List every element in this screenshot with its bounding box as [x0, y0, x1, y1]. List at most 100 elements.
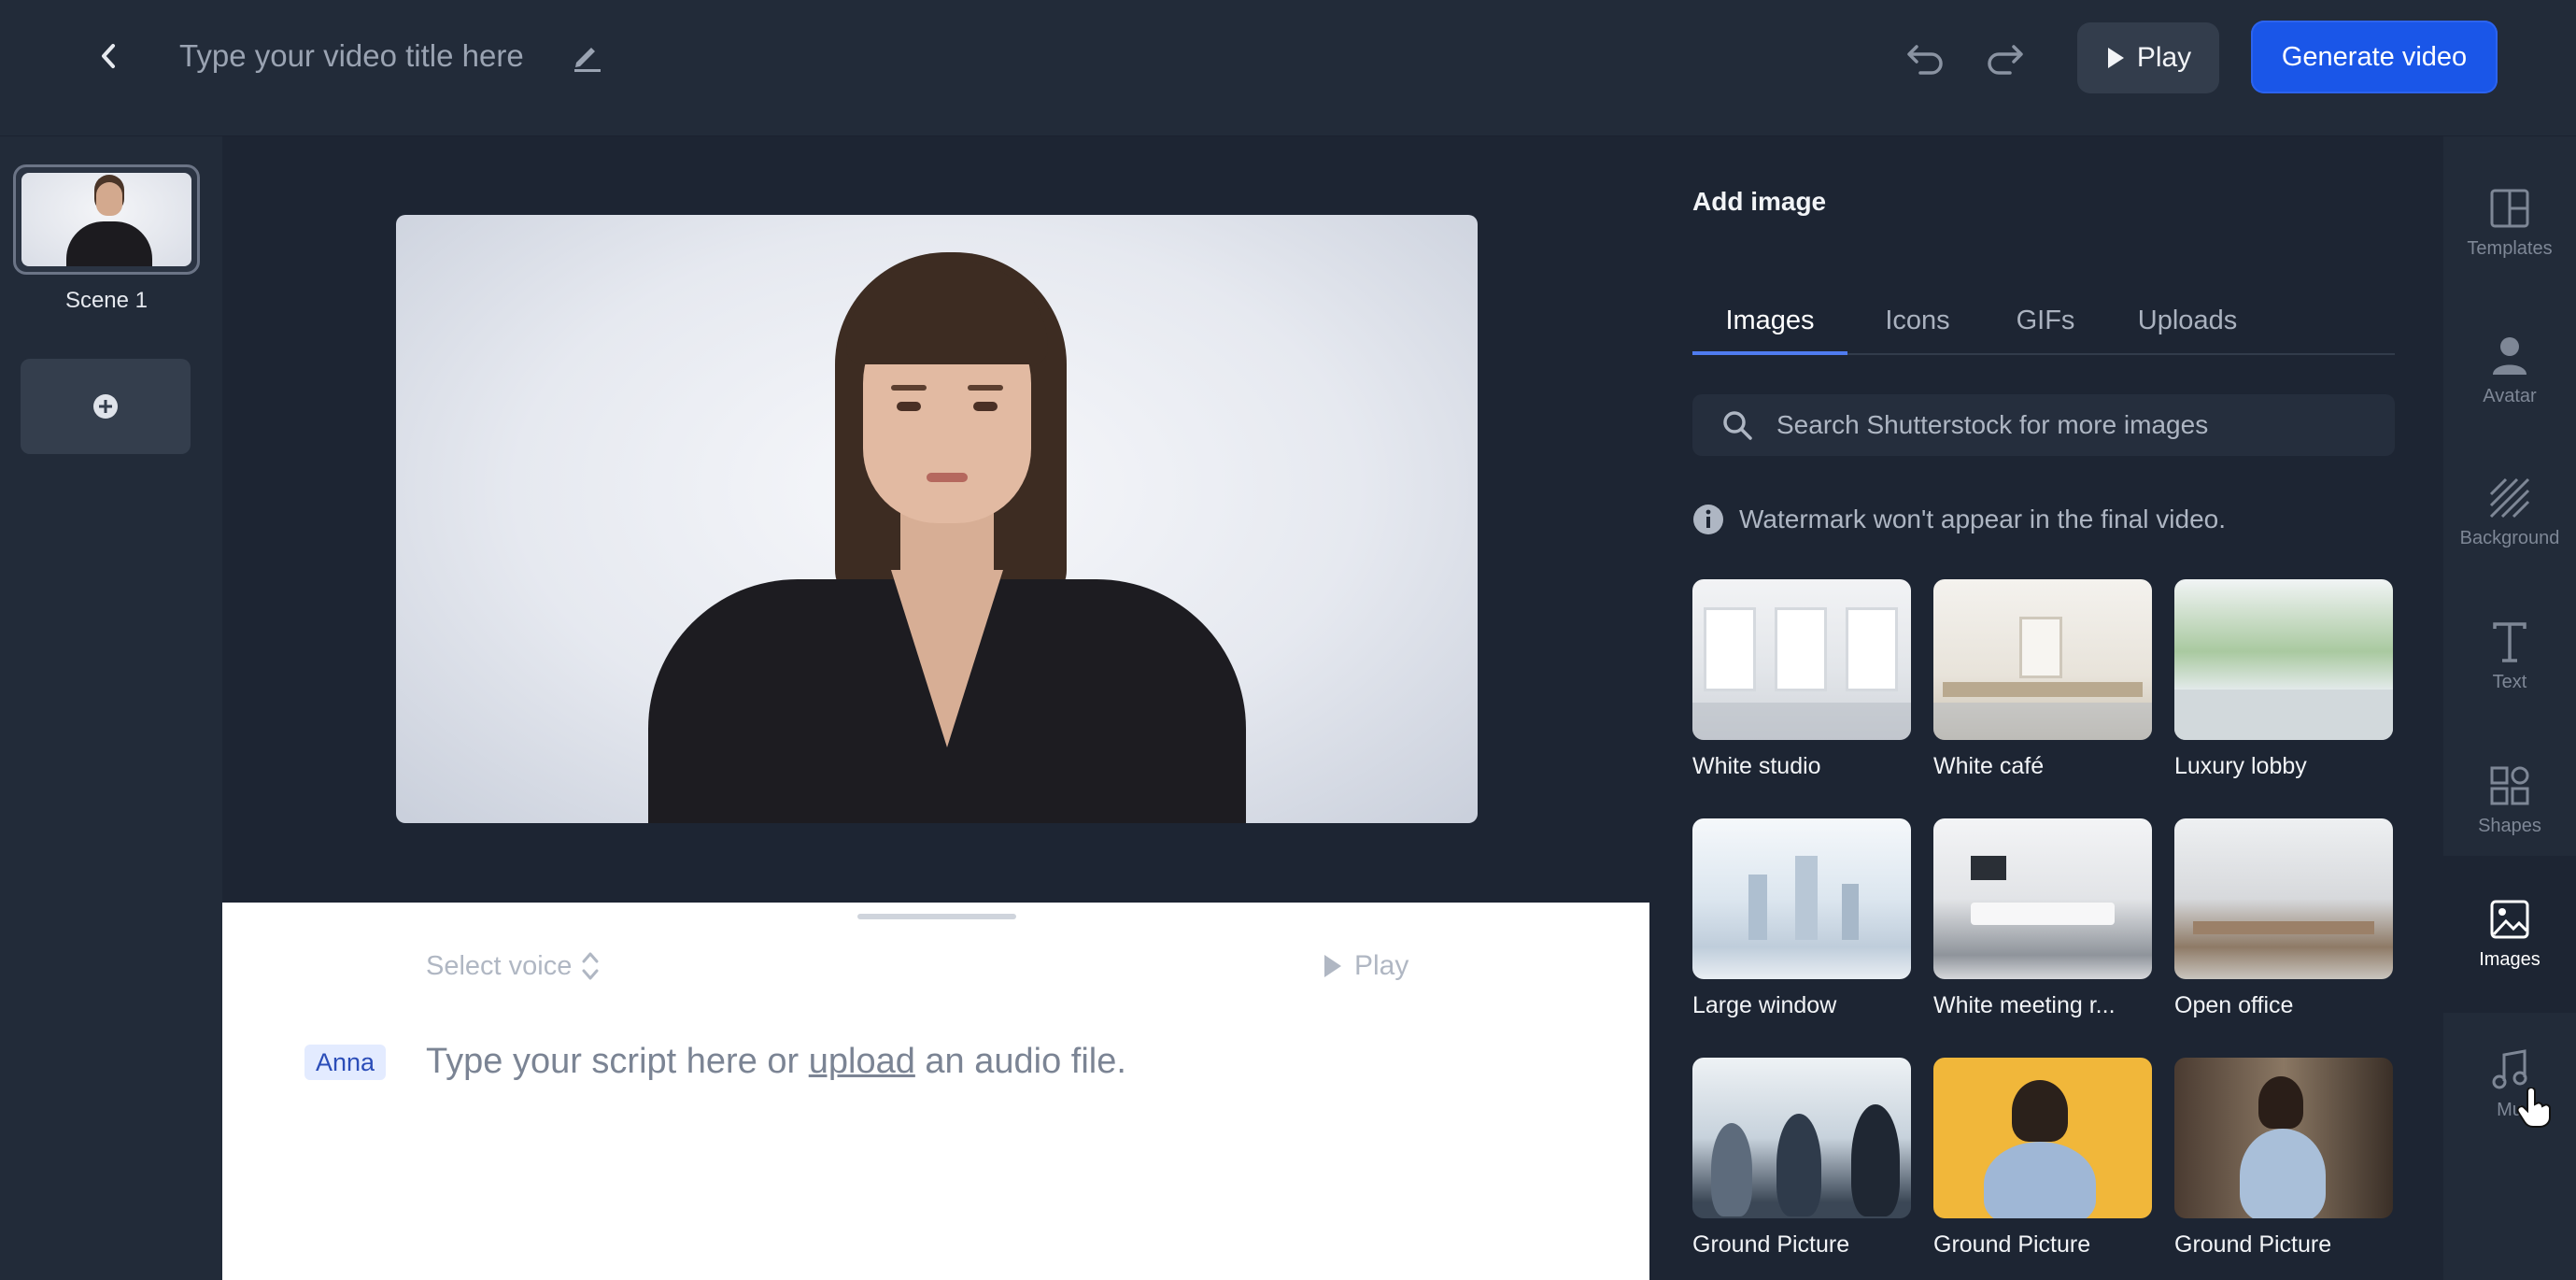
rail-label: Shapes — [2478, 815, 2541, 836]
tab-gifs[interactable]: GIFs — [1988, 299, 2103, 353]
image-thumbnail — [1933, 579, 2152, 740]
image-thumbnail — [1933, 818, 2152, 979]
image-card[interactable]: Ground Picture — [1933, 1058, 2152, 1259]
script-placeholder-start: Type your script here or — [426, 1042, 809, 1081]
floor-shape — [1692, 703, 1911, 740]
pencil-icon — [574, 48, 601, 72]
image-card[interactable]: White café — [1933, 579, 2152, 780]
play-icon — [1324, 955, 1341, 977]
chevron-up-down-icon — [582, 952, 599, 980]
avatar-mouth — [927, 473, 968, 482]
active-tab-indicator — [1692, 351, 1847, 355]
select-voice-label: Select voice — [426, 950, 573, 981]
image-thumbnail — [1692, 1058, 1911, 1218]
image-thumbnail — [2174, 579, 2393, 740]
image-card[interactable]: White studio — [1692, 579, 1911, 780]
building-shape — [1795, 856, 1818, 940]
play-script-label: Play — [1354, 950, 1409, 981]
person-shape — [1851, 1104, 1900, 1216]
hand-cursor-icon — [2516, 1088, 2552, 1128]
tab-icons[interactable]: Icons — [1847, 299, 1988, 353]
person-shape — [1776, 1114, 1821, 1216]
person-body-shape — [2240, 1129, 2326, 1218]
scene-thumbnail[interactable] — [13, 164, 200, 275]
select-voice-dropdown[interactable]: Select voice — [426, 947, 600, 985]
info-icon — [1693, 505, 1723, 534]
rail-item-templates[interactable]: Templates — [2443, 153, 2576, 293]
person-icon — [2493, 336, 2526, 375]
search-input[interactable] — [1776, 410, 2356, 440]
image-card[interactable]: Ground Picture — [2174, 1058, 2393, 1259]
image-label: White meeting r... — [1933, 992, 2116, 1018]
video-title-input[interactable]: Type your video title here — [179, 34, 524, 78]
image-search-field[interactable] — [1692, 394, 2395, 456]
rail-item-shapes[interactable]: Shapes — [2443, 731, 2576, 871]
scene-label: Scene 1 — [64, 288, 149, 313]
resize-handle[interactable] — [857, 914, 1016, 919]
speaker-badge[interactable]: Anna — [304, 1045, 387, 1080]
redo-icon — [1988, 45, 2023, 75]
play-button[interactable]: Play — [2077, 22, 2219, 93]
avatar-eye-right — [973, 402, 998, 411]
avatar-body — [66, 221, 152, 266]
play-icon — [2107, 48, 2124, 68]
image-thumbnail — [1933, 1058, 2152, 1218]
counter-shape — [1943, 682, 2143, 697]
upload-audio-link[interactable]: upload — [809, 1042, 915, 1081]
image-icon — [2490, 900, 2529, 938]
scene-canvas[interactable] — [396, 215, 1478, 823]
scenes-sidebar: Scene 1 — [0, 136, 222, 1280]
scene-preview-image — [21, 173, 191, 266]
text-icon — [2493, 621, 2526, 662]
tool-rail: Templates Avatar Background Text Shapes … — [2443, 136, 2576, 1280]
desk-shape — [2193, 921, 2374, 934]
image-label: Open office — [2174, 992, 2294, 1018]
script-input[interactable]: Type your script here or upload an audio… — [426, 1037, 1126, 1086]
person-body-shape — [1984, 1142, 2096, 1218]
avatar-head — [96, 182, 122, 216]
rail-item-avatar[interactable]: Avatar — [2443, 301, 2576, 441]
search-icon — [1719, 406, 1756, 444]
image-thumbnail — [1692, 579, 1911, 740]
tab-uploads[interactable]: Uploads — [2103, 299, 2272, 353]
music-icon — [2492, 1048, 2527, 1088]
layout-icon — [2490, 189, 2529, 227]
window-shape — [1846, 607, 1898, 691]
table-shape — [1971, 903, 2115, 925]
rail-label: Text — [2492, 671, 2527, 692]
plus-circle-icon — [93, 394, 118, 419]
avatar-brow-left — [891, 385, 927, 391]
edit-title-button[interactable] — [568, 37, 605, 75]
redo-button[interactable] — [1982, 36, 2027, 80]
image-card[interactable]: Open office — [2174, 818, 2393, 1019]
shapes-icon — [2490, 766, 2529, 804]
rail-item-background[interactable]: Background — [2443, 443, 2576, 583]
rail-item-images[interactable]: Images — [2443, 856, 2576, 1013]
undo-button[interactable] — [1904, 36, 1948, 80]
rail-label: Templates — [2467, 237, 2553, 259]
person-head-shape — [2258, 1076, 2303, 1129]
play-script-button[interactable]: Play — [1321, 947, 1408, 985]
screen-shape — [1971, 856, 2006, 880]
image-label: Large window — [1692, 992, 1837, 1018]
back-button[interactable] — [86, 34, 131, 78]
rail-label: Background — [2459, 527, 2560, 548]
add-scene-button[interactable] — [21, 359, 191, 454]
image-label: Ground Picture — [1933, 1231, 2091, 1258]
rail-item-text[interactable]: Text — [2443, 587, 2576, 727]
script-panel: Select voice Play Anna Type your script … — [222, 903, 1649, 1280]
image-card[interactable]: White meeting r... — [1933, 818, 2152, 1019]
image-card[interactable]: Large window — [1692, 818, 1911, 1019]
image-card[interactable]: Ground Picture — [1692, 1058, 1911, 1259]
image-thumbnail — [1692, 818, 1911, 979]
tab-images[interactable]: Images — [1692, 299, 1847, 353]
rail-item-music[interactable]: Mu — [2443, 1015, 2576, 1155]
frame-shape — [2019, 617, 2062, 678]
hatch-icon — [2489, 477, 2530, 518]
person-head-shape — [2012, 1080, 2068, 1142]
image-label: Ground Picture — [2174, 1231, 2332, 1258]
image-thumbnail — [2174, 818, 2393, 979]
image-card[interactable]: Luxury lobby — [2174, 579, 2393, 780]
watermark-notice-text: Watermark won't appear in the final vide… — [1739, 505, 2227, 533]
generate-video-button[interactable]: Generate video — [2251, 21, 2498, 93]
